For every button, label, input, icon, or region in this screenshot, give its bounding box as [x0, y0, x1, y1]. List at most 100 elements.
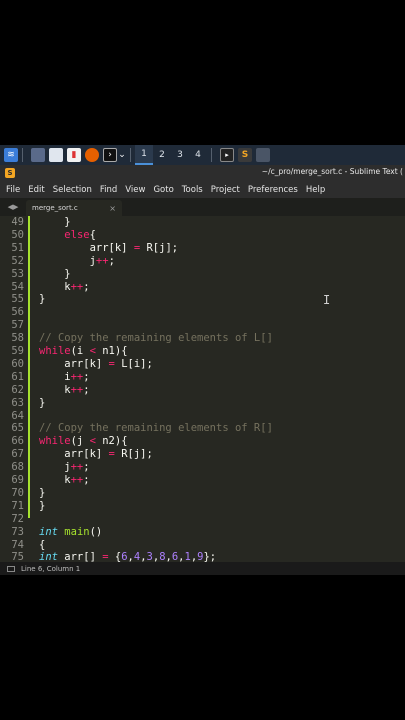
code-line[interactable]: 69 k++; — [0, 474, 405, 487]
taskbar: ≋ ▮ › ⌄ 1234 ▸ S — [0, 145, 405, 166]
code-text: while(i < n1){ — [39, 345, 128, 357]
code-line[interactable]: 62 k++; — [0, 384, 405, 397]
app-menu-icon[interactable]: ≋ — [4, 148, 18, 162]
menu-tools[interactable]: Tools — [178, 185, 207, 195]
code-text: else{ — [64, 228, 96, 241]
tab-label: merge_sort.c — [32, 204, 78, 212]
code-text: while(j < n2){ — [39, 435, 128, 448]
code-text: int main() — [39, 525, 103, 538]
terminal-window-icon[interactable]: ▸ — [220, 148, 234, 162]
line-number: 71 — [11, 499, 24, 512]
line-number: 60 — [11, 357, 24, 370]
code-text: } — [39, 486, 46, 499]
line-number: 72 — [11, 512, 24, 525]
menu-edit[interactable]: Edit — [24, 185, 48, 195]
menu-goto[interactable]: Goto — [149, 185, 177, 195]
line-number: 62 — [11, 383, 24, 396]
code-line[interactable]: 67 arr[k] = R[j]; — [0, 448, 405, 461]
menu-file[interactable]: File — [0, 185, 24, 195]
code-line[interactable]: 74 { — [0, 539, 405, 552]
code-editor[interactable]: I 49 } 50 else{51 arr[k] = R[j]; 52 j++; 53… — [0, 216, 405, 562]
file-manager-icon[interactable] — [49, 148, 63, 162]
line-number: 51 — [11, 241, 24, 254]
line-number: 57 — [11, 319, 24, 332]
tab-merge-sort[interactable]: merge_sort.c × — [26, 200, 122, 216]
line-number: 73 — [11, 525, 24, 538]
menu-project[interactable]: Project — [207, 185, 244, 195]
code-line[interactable]: 64 — [0, 410, 405, 423]
line-number: 63 — [11, 396, 24, 409]
document-icon[interactable]: ▮ — [67, 148, 81, 162]
code-line[interactable]: 68 j++; — [0, 461, 405, 474]
workspace-switcher: 1234 — [135, 145, 207, 165]
code-line[interactable]: 50 else{ — [0, 229, 405, 242]
code-line[interactable]: 55} — [0, 293, 405, 306]
line-number: 59 — [11, 345, 24, 357]
sublime-logo-icon: S — [5, 168, 15, 178]
code-line[interactable]: 73 int main() — [0, 526, 405, 539]
code-line[interactable]: 70} — [0, 487, 405, 500]
code-line[interactable]: 56 — [0, 306, 405, 319]
line-number: 74 — [11, 538, 24, 551]
line-number: 54 — [11, 280, 24, 293]
code-line[interactable]: 54 k++; — [0, 281, 405, 294]
code-line[interactable]: 49 } — [0, 216, 405, 229]
menu-view[interactable]: View — [121, 185, 149, 195]
code-line[interactable]: 53 } — [0, 268, 405, 281]
menu-preferences[interactable]: Preferences — [244, 185, 302, 195]
code-line[interactable]: 51 arr[k] = R[j]; — [0, 242, 405, 255]
code-text: arr[k] = R[j]; — [39, 241, 179, 254]
line-number: 56 — [11, 306, 24, 319]
taskbar-separator — [22, 148, 23, 162]
code-text: } — [39, 499, 46, 512]
screen: ≋ ▮ › ⌄ 1234 ▸ S S ~/c_pro/merge_sort.c … — [0, 145, 405, 575]
line-number: 50 — [11, 228, 24, 241]
workspace-2[interactable]: 2 — [153, 145, 171, 165]
code-text: } — [39, 267, 71, 280]
code-line[interactable]: 52 j++; — [0, 255, 405, 268]
window-icon[interactable] — [256, 148, 270, 162]
line-number: 58 — [11, 332, 24, 345]
menu-find[interactable]: Find — [96, 185, 121, 195]
line-number: 75 — [11, 551, 24, 562]
code-line[interactable]: 71} — [0, 500, 405, 513]
code-line[interactable]: 57 — [0, 319, 405, 332]
workspace-4[interactable]: 4 — [189, 145, 207, 165]
code-line[interactable]: 59 while(i < n1){ — [0, 345, 405, 358]
workspace-1[interactable]: 1 — [135, 145, 153, 165]
code-line[interactable]: 75 int arr[] = {6,4,3,8,6,1,9}; — [0, 551, 405, 562]
menu-help[interactable]: Help — [302, 185, 329, 195]
code-line[interactable]: 72 — [0, 513, 405, 526]
code-line[interactable]: 65 // Copy the remaining elements of R[] — [0, 422, 405, 435]
line-number: 65 — [11, 422, 24, 435]
code-line[interactable]: 60 arr[k] = L[i]; — [0, 358, 405, 371]
terminal-icon[interactable] — [31, 148, 45, 162]
line-number: 55 — [11, 293, 24, 306]
code-line[interactable]: 66 while(j < n2){ — [0, 435, 405, 448]
code-text: k++; — [39, 383, 90, 396]
code-line[interactable]: 61 i++; — [0, 371, 405, 384]
line-number: 68 — [11, 461, 24, 474]
menu-selection[interactable]: Selection — [49, 185, 96, 195]
taskbar-separator — [130, 148, 131, 162]
sublime-window-icon[interactable]: S — [238, 148, 252, 162]
firefox-icon[interactable] — [85, 148, 99, 162]
code-text: } — [39, 216, 71, 228]
line-number: 69 — [11, 474, 24, 486]
tab-nav-arrows-icon[interactable]: ◀▶ — [0, 198, 26, 216]
code-text: k++; — [39, 474, 90, 486]
code-text: } — [39, 396, 46, 409]
code-line[interactable]: 58 // Copy the remaining elements of L[] — [0, 332, 405, 345]
code-text: j++; — [39, 254, 115, 267]
code-line[interactable]: 63} — [0, 397, 405, 410]
workspace-3[interactable]: 3 — [171, 145, 189, 165]
close-icon[interactable]: × — [109, 204, 116, 213]
line-number: 70 — [11, 486, 24, 499]
code-text: // Copy the remaining elements of R[] — [39, 422, 273, 435]
panel-toggle-icon[interactable] — [7, 565, 15, 572]
chevron-down-icon[interactable]: ⌄ — [118, 148, 126, 162]
code-text: // Copy the remaining elements of L[] — [39, 332, 273, 345]
console-icon[interactable]: › — [103, 148, 117, 162]
line-number: 49 — [11, 216, 24, 228]
code-text: i++; — [39, 370, 90, 383]
